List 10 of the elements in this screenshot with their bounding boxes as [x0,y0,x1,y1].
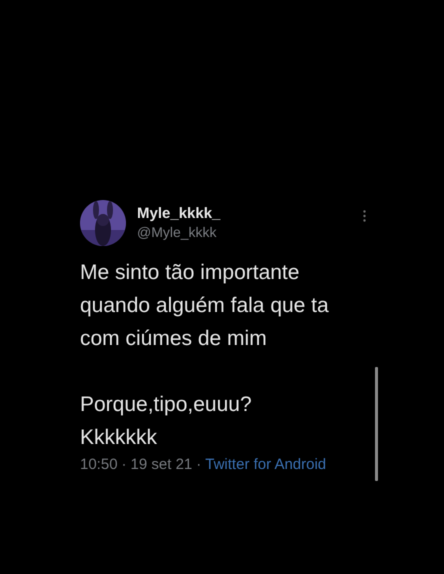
tweet-time: 10:50 [80,456,118,473]
separator: · [196,456,202,473]
tweet-date: 19 set 21 [130,456,192,473]
tweet-text: Me sinto tão importante quando alguém fala que ta com ciúmes de mim [80,260,330,352]
more-icon[interactable] [363,210,366,222]
separator: · [122,456,127,473]
author-handle[interactable]: @Myle_kkkk [137,223,352,241]
author-name[interactable]: Myle_kkkk_ [137,205,352,223]
source-link[interactable]: Twitter for Android [205,456,326,473]
tweet-text: Porque,tipo,euuu? Kkkkkkk [80,392,253,451]
